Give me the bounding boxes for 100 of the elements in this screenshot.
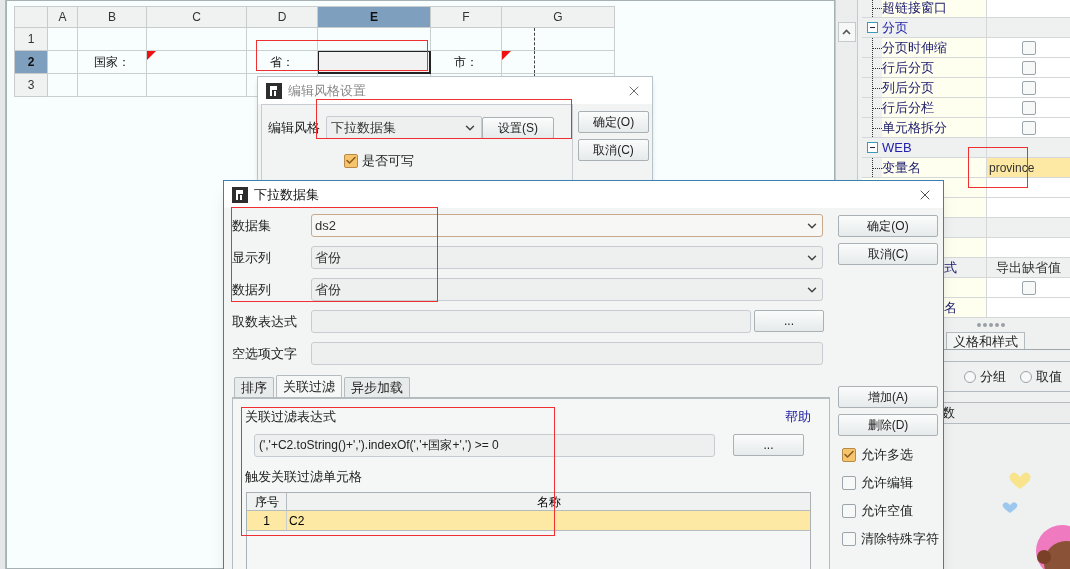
property-group-row[interactable]: WEB	[862, 138, 1070, 158]
dialog-button[interactable]: 确定(O)	[838, 215, 938, 237]
column-heading: 导出缺省值	[996, 258, 1061, 277]
sheet-cell[interactable]: 国家：	[78, 51, 147, 74]
sheet-cell[interactable]	[318, 51, 431, 74]
checkbox[interactable]	[1021, 100, 1036, 115]
cell-text: 省：	[270, 54, 294, 71]
property-label: 单元格拆分	[882, 118, 987, 137]
caret-up-icon	[842, 29, 851, 35]
property-label: 分页时伸缩	[882, 38, 987, 57]
splitter-grip-icon[interactable]	[976, 323, 1006, 327]
corner-marker-icon	[502, 51, 511, 60]
section-label: 触发关联过滤单元格	[245, 467, 363, 486]
field-label: 数据列	[232, 280, 272, 299]
property-value-cell[interactable]	[987, 0, 1070, 17]
checkbox-label: 是否可写	[362, 152, 414, 170]
property-label: 变量名	[882, 158, 987, 177]
collapse-icon[interactable]	[867, 142, 878, 153]
property-value-cell[interactable]	[987, 178, 1070, 197]
row-header[interactable]: 3	[14, 74, 48, 97]
settings-button[interactable]: 设置(S)	[482, 116, 554, 139]
property-value-cell[interactable]	[987, 238, 1070, 257]
dropdown-field[interactable]: 省份	[311, 246, 823, 269]
property-label: 名	[944, 299, 957, 317]
app-logo-icon	[266, 82, 282, 99]
checkbox[interactable]	[1021, 60, 1036, 75]
radio-label: 取值	[1036, 367, 1062, 386]
tab[interactable]: 关联过滤	[276, 375, 342, 397]
property-label: 行后分页	[882, 58, 987, 77]
cell-text: 市：	[454, 54, 478, 71]
scroll-up-button[interactable]	[837, 22, 856, 42]
checkbox[interactable]	[1021, 40, 1036, 55]
column-header[interactable]: F	[431, 6, 502, 28]
cell-text: 国家：	[94, 54, 130, 71]
tab[interactable]: 排序	[234, 377, 274, 397]
property-label: 列后分页	[882, 78, 987, 97]
dialog-button[interactable]: 取消(C)	[838, 243, 938, 265]
dialog-button[interactable]: 确定(O)	[578, 111, 649, 133]
field-label: 空选项文字	[232, 344, 298, 363]
dialog-button[interactable]: 删除(D)	[838, 414, 938, 436]
field-label: 取数表达式	[232, 312, 298, 331]
table-row[interactable]: 1 C2	[247, 511, 810, 531]
dialog-title: 编辑风格设置	[288, 81, 366, 100]
dialog-title: 下拉数据集	[254, 185, 319, 204]
checkbox-label: 允许多选	[861, 445, 913, 464]
section-label: 关联过滤表达式	[245, 408, 336, 426]
checkbox[interactable]	[1021, 120, 1036, 135]
property-value-cell[interactable]	[987, 278, 1070, 297]
dialog-button[interactable]: 取消(C)	[578, 139, 649, 161]
checkbox[interactable]	[842, 475, 856, 490]
radio-label: 分组	[980, 367, 1006, 386]
panel-tab[interactable]: 义格和样式	[946, 332, 1025, 349]
corner-marker-icon	[147, 51, 156, 60]
column-header[interactable]: G	[502, 6, 615, 28]
expression-field[interactable]: (','+C2.toString()+',').indexOf(','+国家+',') >= 0	[254, 433, 715, 457]
browse-button[interactable]: ...	[754, 310, 824, 332]
column-header[interactable]: C	[147, 6, 247, 28]
table-cell: 1	[247, 511, 287, 530]
group-label: 分页	[882, 18, 987, 37]
input-field[interactable]	[311, 310, 751, 333]
checkbox[interactable]	[842, 503, 856, 518]
row-header[interactable]: 1	[14, 28, 48, 51]
checkbox[interactable]	[842, 531, 856, 546]
dropdown-field[interactable]: 省份	[311, 278, 823, 301]
dialog-button[interactable]: 增加(A)	[838, 386, 938, 408]
corner-header	[14, 6, 48, 28]
input-field[interactable]	[311, 342, 823, 365]
browse-button[interactable]: ...	[733, 434, 804, 456]
app-logo-icon	[232, 186, 248, 203]
checkbox[interactable]	[344, 153, 358, 168]
field-label: 数据集	[232, 216, 272, 235]
group-label: WEB	[882, 138, 987, 157]
property-value-cell[interactable]	[987, 298, 1070, 317]
row-header[interactable]: 2	[14, 51, 48, 74]
checkbox[interactable]	[842, 447, 856, 462]
sheet-cell[interactable]: 市：	[431, 51, 502, 74]
radio-button[interactable]	[1020, 370, 1032, 383]
radio-button[interactable]	[964, 370, 976, 383]
field-label: 显示列	[232, 248, 272, 267]
property-group-row[interactable]: 分页	[862, 18, 1070, 38]
dropdown-field[interactable]: ds2	[311, 214, 823, 237]
property-label: 超链接窗口	[882, 0, 987, 17]
tab[interactable]: 异步加载	[344, 377, 410, 397]
checkbox-label: 清除特殊字符	[861, 529, 939, 548]
property-label: 行后分栏	[882, 98, 987, 117]
help-link[interactable]: 帮助	[785, 407, 811, 427]
property-value-cell[interactable]	[987, 198, 1070, 217]
column-header[interactable]: A	[48, 6, 78, 28]
column-header[interactable]: B	[78, 6, 147, 28]
column-header[interactable]: D	[247, 6, 318, 28]
table-cell-text: C2	[288, 513, 306, 530]
checkbox-label: 允许编辑	[861, 473, 913, 492]
checkbox[interactable]	[1021, 280, 1036, 295]
dropdown-field[interactable]: 下拉数据集	[326, 116, 482, 139]
column-header[interactable]: E	[318, 6, 431, 28]
checkbox-label: 允许空值	[861, 501, 913, 520]
checkbox[interactable]	[1021, 80, 1036, 95]
column-heading: 序号	[247, 493, 287, 510]
collapse-icon[interactable]	[867, 22, 878, 33]
property-label: 式	[944, 259, 957, 277]
